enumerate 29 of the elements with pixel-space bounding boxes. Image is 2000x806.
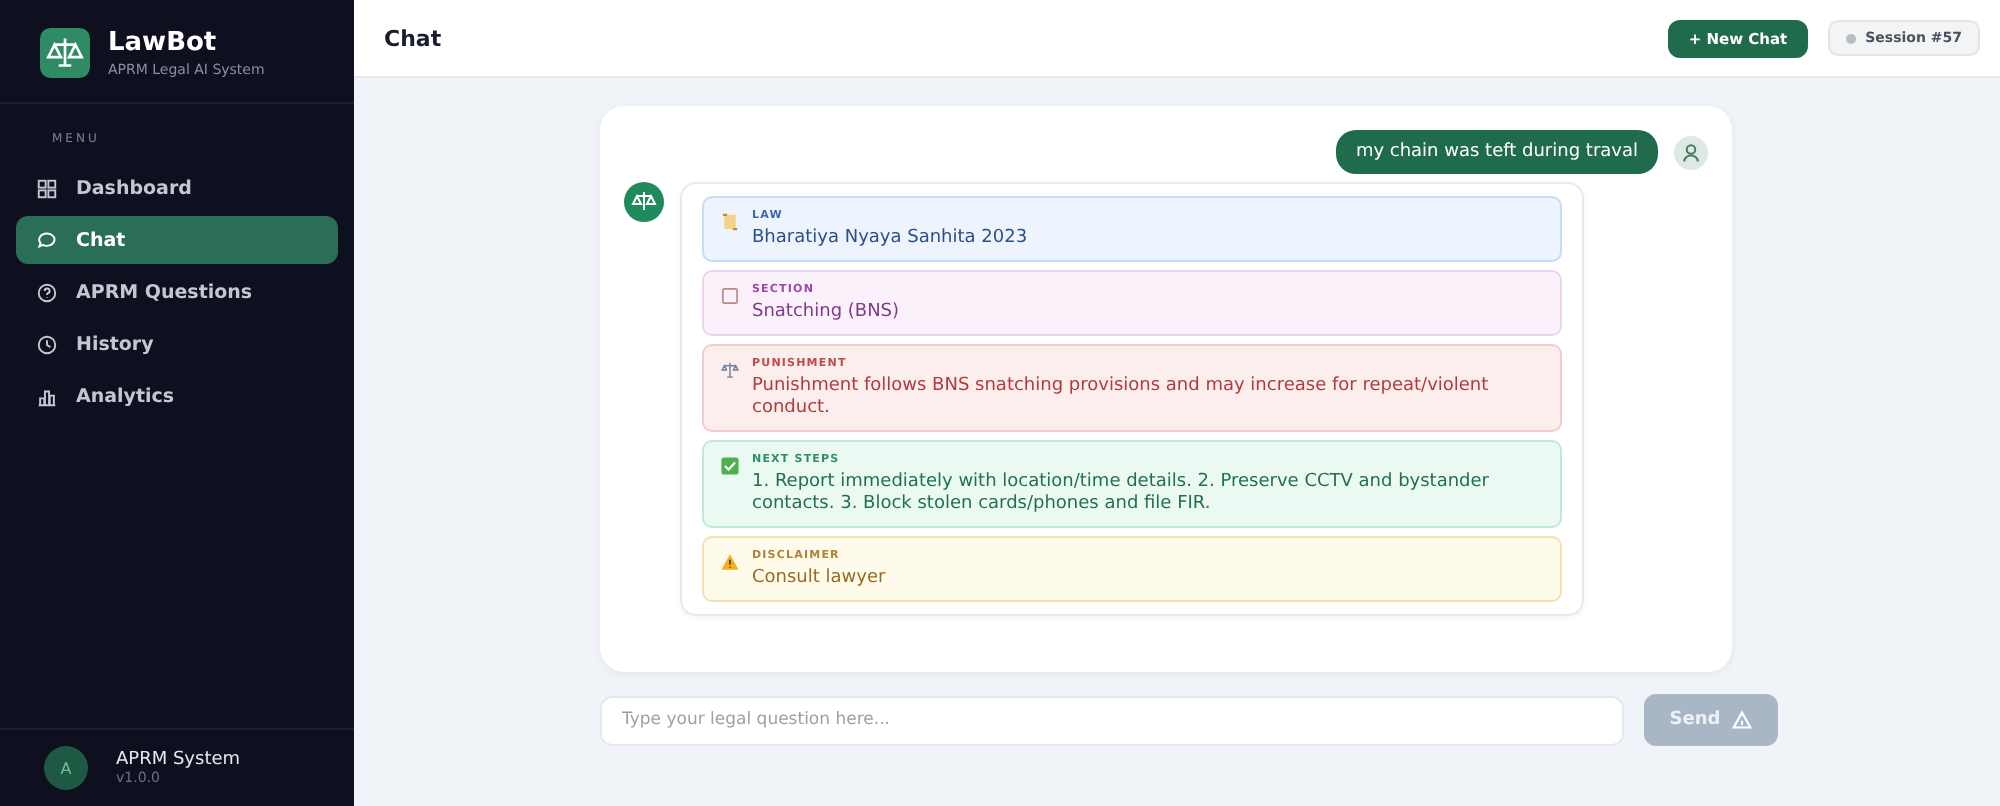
sidebar-item[interactable]: History <box>16 320 338 368</box>
checkbox-icon <box>720 456 740 476</box>
sidebar-item[interactable]: APRM Questions <box>16 268 338 316</box>
sidebar-item[interactable]: Dashboard <box>16 164 338 212</box>
user-message: my chain was teft during traval <box>1335 130 1658 174</box>
clock-icon <box>36 333 58 355</box>
sidebar-item[interactable]: Analytics <box>16 372 338 420</box>
grid-icon <box>36 177 58 199</box>
section-text: Punishment follows BNS snatching provisions and may increase for repeat/violent conduct. <box>752 376 1491 420</box>
bot-avatar-icon <box>624 182 664 222</box>
question-icon <box>36 281 58 303</box>
user-avatar-icon <box>1674 135 1708 169</box>
warning-icon <box>720 552 740 572</box>
section-text: Snatching (BNS) <box>752 302 900 324</box>
user-name: APRM System <box>116 750 241 770</box>
question-input[interactable]: Type your legal question here... <box>600 695 1624 745</box>
section-text: Consult lawyer <box>752 568 886 590</box>
section-text: 1. Report immediately with location/time details. 2. Preserve CCTV and bystander contacts. 3. Block stolen cards/phones and file FIR. <box>752 472 1492 516</box>
page-title: Chat <box>384 25 442 51</box>
section-text: Bharatiya Nyaya Sanhita 2023 <box>752 228 1028 250</box>
scales-logo-icon <box>40 28 90 78</box>
sidebar-item[interactable]: Chat <box>16 216 338 264</box>
scroll-icon <box>720 212 740 232</box>
send-icon <box>1732 710 1753 730</box>
scales-icon <box>720 360 740 380</box>
user-avatar: A <box>44 746 88 790</box>
brand-name: LawBot <box>108 28 219 58</box>
bar-chart-icon <box>36 385 58 407</box>
chat-bubble-icon <box>36 229 58 251</box>
